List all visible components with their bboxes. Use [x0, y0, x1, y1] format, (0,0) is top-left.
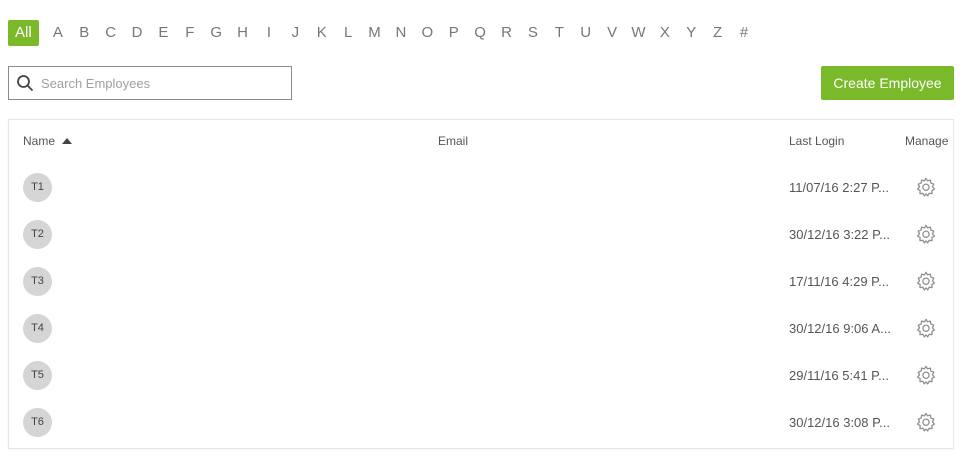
column-header-last-login[interactable]: Last Login	[789, 134, 844, 148]
search-icon	[9, 67, 41, 99]
last-login-cell: 30/12/16 9:06 A...	[789, 321, 891, 336]
avatar: T4	[23, 314, 52, 343]
column-header-name[interactable]: Name	[23, 134, 73, 148]
gear-icon[interactable]	[915, 364, 937, 386]
filter-letter[interactable]: F	[177, 20, 203, 46]
letter-list: A B C D E F G H I J K L M N O P Q R S T U V W X Y Z #	[45, 20, 758, 46]
search-input[interactable]	[41, 75, 281, 91]
column-header-name-label: Name	[23, 134, 56, 148]
sort-ascending-icon	[62, 138, 73, 144]
filter-letter[interactable]: A	[45, 20, 71, 46]
last-login-cell: 11/07/16 2:27 P...	[789, 180, 889, 195]
filter-letter[interactable]: V	[599, 20, 625, 46]
last-login-cell: 30/12/16 3:22 P...	[789, 227, 890, 242]
filter-letter[interactable]: Z	[704, 20, 730, 46]
filter-letter[interactable]: X	[652, 20, 678, 46]
filter-letter[interactable]: T	[546, 20, 572, 46]
filter-letter[interactable]: O	[414, 20, 440, 46]
create-employee-button[interactable]: Create Employee	[821, 66, 954, 100]
filter-letter[interactable]: I	[256, 20, 282, 46]
gear-icon[interactable]	[915, 317, 937, 339]
avatar: T6	[23, 408, 52, 437]
filter-all[interactable]: All	[8, 20, 39, 46]
gear-icon[interactable]	[915, 411, 937, 433]
filter-letter[interactable]: W	[625, 20, 651, 46]
filter-letter[interactable]: P	[441, 20, 467, 46]
table-row[interactable]: T2 30/12/16 3:22 P...	[9, 211, 953, 258]
filter-letter[interactable]: N	[388, 20, 414, 46]
last-login-cell: 29/11/16 5:41 P...	[789, 368, 889, 383]
filter-letter[interactable]: Y	[678, 20, 704, 46]
filter-letter[interactable]: J	[282, 20, 308, 46]
search-box	[8, 66, 292, 100]
filter-letter[interactable]: K	[309, 20, 335, 46]
filter-letter[interactable]: E	[150, 20, 176, 46]
table-row[interactable]: T4 30/12/16 9:06 A...	[9, 305, 953, 352]
last-login-cell: 30/12/16 3:08 P...	[789, 415, 890, 430]
avatar: T3	[23, 267, 52, 296]
filter-letter[interactable]: M	[361, 20, 387, 46]
gear-icon[interactable]	[915, 223, 937, 245]
employee-table: Name Email Last Login Manage T1 11/07/16 …	[8, 119, 954, 449]
table-row[interactable]: T1 11/07/16 2:27 P...	[9, 164, 953, 211]
avatar: T5	[23, 361, 52, 390]
filter-letter[interactable]: G	[203, 20, 229, 46]
column-header-manage: Manage	[905, 134, 949, 148]
filter-letter[interactable]: L	[335, 20, 361, 46]
filter-letter[interactable]: #	[731, 20, 757, 46]
filter-letter[interactable]: R	[493, 20, 519, 46]
gear-icon[interactable]	[915, 176, 937, 198]
gear-icon[interactable]	[915, 270, 937, 292]
avatar: T1	[23, 173, 52, 202]
filter-letter[interactable]: B	[71, 20, 97, 46]
filter-letter[interactable]: U	[572, 20, 598, 46]
table-row[interactable]: T3 17/11/16 4:29 P...	[9, 258, 953, 305]
filter-letter[interactable]: S	[520, 20, 546, 46]
table-row[interactable]: T6 30/12/16 3:08 P...	[9, 399, 953, 446]
filter-letter[interactable]: C	[97, 20, 123, 46]
avatar: T2	[23, 220, 52, 249]
filter-letter[interactable]: D	[124, 20, 150, 46]
alphabet-filter: All A B C D E F G H I J K L M N O P Q R S T U V W X Y Z #	[8, 20, 757, 46]
filter-letter[interactable]: Q	[467, 20, 493, 46]
table-row[interactable]: T5 29/11/16 5:41 P...	[9, 352, 953, 399]
filter-letter[interactable]: H	[229, 20, 255, 46]
last-login-cell: 17/11/16 4:29 P...	[789, 274, 889, 289]
column-header-email[interactable]: Email	[438, 134, 468, 148]
